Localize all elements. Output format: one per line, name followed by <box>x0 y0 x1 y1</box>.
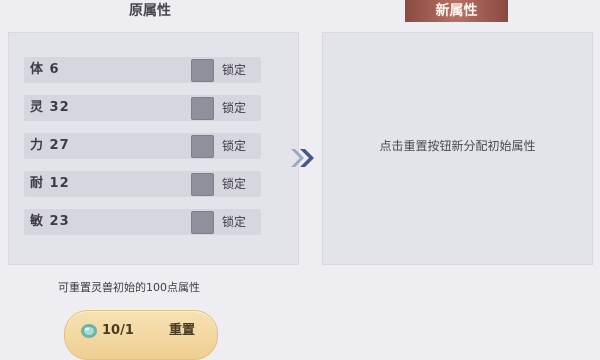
lock-checkbox-spirit[interactable] <box>191 97 214 120</box>
lock-checkbox-body[interactable] <box>191 59 214 82</box>
stat-label-body: 体 6 <box>30 62 60 77</box>
double-chevron-right-icon <box>291 149 314 167</box>
reset-count: 10/1 <box>102 323 134 338</box>
reset-hint-text: 可重置灵兽初始的100点属性 <box>58 281 200 294</box>
stat-row-endurance: 耐 12 锁定 <box>24 171 261 197</box>
reset-button[interactable]: 10/1 重置 <box>64 310 218 360</box>
stat-label-agility: 敏 23 <box>30 214 70 229</box>
lock-label[interactable]: 锁定 <box>222 133 246 159</box>
original-attributes-title: 原属性 <box>129 3 171 19</box>
lock-checkbox-strength[interactable] <box>191 135 214 158</box>
lock-checkbox-agility[interactable] <box>191 211 214 234</box>
stat-label-spirit: 灵 32 <box>30 100 70 115</box>
lock-checkbox-endurance[interactable] <box>191 173 214 196</box>
stat-row-spirit: 灵 32 锁定 <box>24 95 261 121</box>
lock-label[interactable]: 锁定 <box>222 209 246 235</box>
gem-icon <box>81 324 97 338</box>
stat-label-endurance: 耐 12 <box>30 176 70 191</box>
stat-row-strength: 力 27 锁定 <box>24 133 261 159</box>
stat-label-strength: 力 27 <box>30 138 70 153</box>
reset-button-label[interactable]: 重置 <box>169 311 195 351</box>
lock-label[interactable]: 锁定 <box>222 171 246 197</box>
lock-label[interactable]: 锁定 <box>222 57 246 83</box>
reset-instruction-text: 点击重置按钮新分配初始属性 <box>379 139 536 153</box>
lock-label[interactable]: 锁定 <box>222 95 246 121</box>
stat-row-agility: 敏 23 锁定 <box>24 209 261 235</box>
stat-row-body: 体 6 锁定 <box>24 57 261 83</box>
new-attributes-title: 新属性 <box>405 0 508 22</box>
